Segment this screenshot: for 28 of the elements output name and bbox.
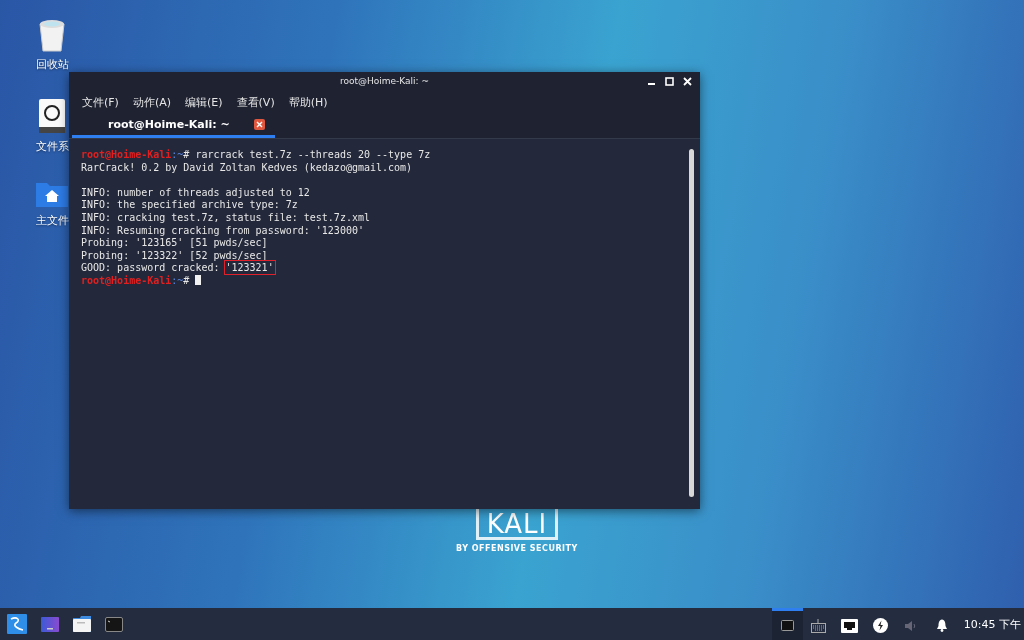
command-text: rarcrack test.7z --threads 20 --type 7z [194,149,431,160]
menu-item[interactable]: 编辑(E) [185,95,223,110]
highlighted-password: '123321' [225,262,274,274]
output-line: GOOD: password cracked: [81,262,221,274]
menu-item[interactable]: 帮助(H) [288,95,328,110]
output-line: Probing: '123322' [52 pwds/sec] [81,249,268,261]
prompt-user: root@Hoime-Kali [81,149,172,160]
menu-item[interactable]: 动作(A) [132,95,172,110]
logo-tagline: BY OFFENSIVE SECURITY [456,544,578,553]
prompt-user: root@Hoime-Kali [81,274,172,286]
prompt-path: :~ [171,149,184,160]
output-line: Probing: '123165' [51 pwds/sec] [81,237,268,249]
logo-wordmark: KALI [486,511,548,537]
menu-item[interactable]: 文件(F) [82,95,119,110]
desktop-icon-label[interactable]: 回收站 [35,57,69,72]
prompt-sign: # [183,274,190,286]
clock[interactable]: 10:45 下午 [963,616,1021,632]
window-title: root@Hoime-Kali: ~ [339,76,430,86]
output-line: INFO: the specified archive type: 7z [81,199,298,211]
prompt-path: :~ [171,274,184,286]
desktop-icon-label[interactable]: 文件系 [35,139,69,154]
output-line: RarCrack! 0.2 by David Zoltan Kedves (kedazo@gmail.com) [81,161,413,173]
output-line: INFO: cracking test.7z, status file: test.7z.xml [81,211,370,223]
desktop-icon-label[interactable]: 主文件 [35,213,69,228]
output-line: INFO: number of threads adjusted to 12 [81,186,310,198]
menu-item[interactable]: 查看(V) [236,95,275,110]
output-line: INFO: Resuming cracking from password: '123000' [81,224,364,236]
prompt-sign: # [183,149,190,160]
